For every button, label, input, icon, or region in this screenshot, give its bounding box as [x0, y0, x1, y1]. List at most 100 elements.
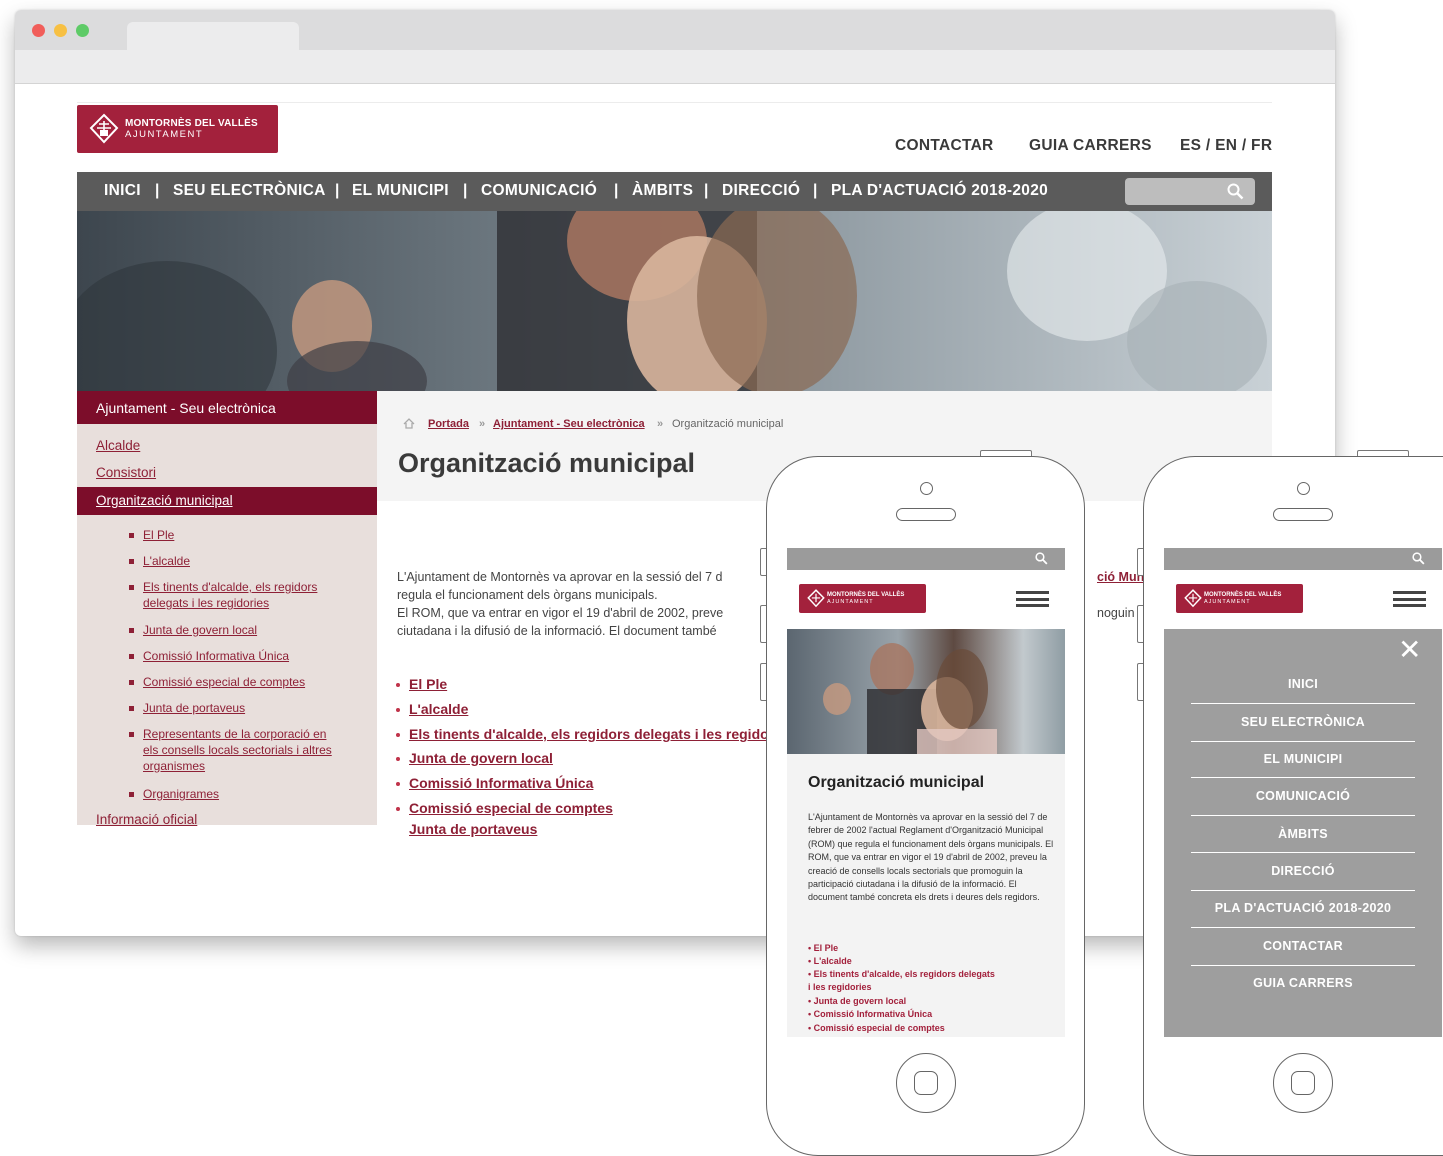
mobile-link-comissio-informativa[interactable]: • Comissió Informativa Única — [808, 1008, 932, 1021]
menu-item-el-municipi[interactable]: EL MUNICIPI — [1191, 752, 1415, 766]
sub-item-representants[interactable]: Representants de la corporació en — [143, 726, 326, 742]
mobile-page-title: Organització municipal — [808, 774, 985, 791]
nav-el-municipi[interactable]: EL MUNICIPI — [352, 182, 449, 200]
sidebar-item-informacio-oficial[interactable]: Informació oficial — [96, 812, 197, 827]
top-link-contactar[interactable]: CONTACTAR — [895, 137, 994, 155]
content-link-el-ple[interactable]: El Ple — [409, 676, 447, 692]
menu-divider — [1191, 890, 1415, 891]
mobile-link-comissio-comptes[interactable]: • Comissió especial de comptes — [808, 1022, 945, 1035]
menu-divider — [1191, 815, 1415, 816]
content-link-comissio-informativa[interactable]: Comissió Informativa Única — [409, 775, 593, 791]
nav-inici[interactable]: INICI — [104, 182, 141, 200]
top-link-guia-carrers[interactable]: GUIA CARRERS — [1029, 137, 1152, 155]
content-link-lalcalde[interactable]: L'alcalde — [409, 701, 468, 717]
sub-item-representants-cont2[interactable]: organismes — [143, 758, 205, 774]
sub-item-comissio-informativa[interactable]: Comissió Informativa Única — [143, 648, 289, 664]
sidebar-item-alcalde[interactable]: Alcalde — [96, 438, 140, 453]
link-bullet — [396, 807, 400, 811]
hero-image — [77, 211, 1272, 391]
mobile-search-bar[interactable] — [1164, 548, 1442, 570]
breadcrumb-portada[interactable]: Portada — [428, 418, 469, 430]
menu-item-inici[interactable]: INICI — [1191, 677, 1415, 691]
mobile-link-lalcalde[interactable]: • L'alcalde — [808, 955, 852, 968]
menu-item-pla-actuacio[interactable]: PLA D'ACTUACIÓ 2018-2020 — [1191, 901, 1415, 915]
search-icon[interactable] — [1412, 552, 1425, 565]
menu-divider — [1191, 927, 1415, 928]
sidebar-item-organitzacio[interactable]: Organització municipal — [96, 493, 233, 508]
content-link-junta-portaveus[interactable]: Junta de portaveus — [409, 821, 537, 837]
sub-item-junta-govern[interactable]: Junta de govern local — [143, 622, 257, 638]
nav-separator: | — [463, 182, 468, 199]
mobile-search-bar[interactable] — [787, 548, 1065, 570]
sub-item-tinents[interactable]: Els tinents d'alcalde, els regidors — [143, 579, 317, 595]
mobile-link-el-ple[interactable]: • El Ple — [808, 942, 838, 955]
menu-divider — [1191, 777, 1415, 778]
language-switcher[interactable]: ES / EN / FR — [1180, 137, 1272, 155]
hamburger-icon[interactable] — [1393, 591, 1426, 607]
main-nav: INICI | SEU ELECTRÒNICA | EL MUNICIPI | … — [77, 172, 1272, 211]
phone-speaker — [1273, 508, 1333, 521]
browser-tab[interactable] — [127, 22, 299, 50]
nav-comunicacio[interactable]: COMUNICACIÓ — [481, 182, 597, 200]
sub-item-organigrames[interactable]: Organigrames — [143, 786, 219, 802]
maximize-window-dot[interactable] — [76, 24, 89, 37]
address-bar[interactable] — [15, 50, 1335, 84]
menu-item-ambits[interactable]: ÀMBITS — [1191, 827, 1415, 841]
sub-item-junta-portaveus[interactable]: Junta de portaveus — [143, 700, 245, 716]
close-window-dot[interactable] — [32, 24, 45, 37]
site-logo[interactable]: MONTORNÈS DEL VALLÈS AJUNTAMENT — [77, 105, 278, 153]
search-icon[interactable] — [1227, 183, 1244, 200]
hamburger-icon[interactable] — [1016, 591, 1049, 607]
phone-screen: MONTORNÈS DEL VALLÈS AJUNTAMENT ✕ INICI … — [1164, 548, 1442, 1037]
body-line: ciutadana i la difusió de la informació.… — [397, 624, 717, 638]
close-icon[interactable]: ✕ — [1398, 636, 1421, 664]
search-input[interactable] — [1125, 178, 1255, 205]
municipal-crest-icon — [89, 113, 119, 144]
sidebar: Ajuntament - Seu electrònica Alcalde Con… — [77, 391, 377, 827]
menu-item-seu-electronica[interactable]: SEU ELECTRÒNICA — [1191, 715, 1415, 729]
mobile-hero-image — [787, 629, 1065, 754]
nav-separator: | — [335, 182, 340, 199]
header-divider — [77, 102, 1272, 103]
nav-direccio[interactable]: DIRECCIÓ — [722, 182, 800, 200]
mobile-link-tinents[interactable]: • Els tinents d'alcalde, els regidors de… — [808, 968, 995, 981]
sub-bullet — [129, 559, 134, 564]
nav-seu-electronica[interactable]: SEU ELECTRÒNICA — [173, 182, 326, 200]
body-line: regula el funcionament dels òrgans munic… — [397, 588, 658, 602]
sidebar-item-consistori[interactable]: Consistori — [96, 465, 156, 480]
mobile-menu-overlay: ✕ INICI SEU ELECTRÒNICA EL MUNICIPI COMU… — [1164, 629, 1442, 1037]
menu-item-guia-carrers[interactable]: GUIA CARRERS — [1191, 976, 1415, 990]
breadcrumb-seu[interactable]: Ajuntament - Seu electrònica — [493, 418, 645, 430]
sub-bullet — [129, 706, 134, 711]
minimize-window-dot[interactable] — [54, 24, 67, 37]
phone-screen: MONTORNÈS DEL VALLÈS AJUNTAMENT Organitz… — [787, 548, 1065, 1037]
sub-item-comissio-comptes[interactable]: Comissió especial de comptes — [143, 674, 305, 690]
nav-ambits[interactable]: ÀMBITS — [632, 182, 693, 200]
sidebar-active-row: Organització municipal — [77, 487, 377, 515]
phone-home-square — [914, 1071, 938, 1095]
mobile-link-junta-govern[interactable]: • Junta de govern local — [808, 995, 906, 1008]
nav-pla-actuacio[interactable]: PLA D'ACTUACIÓ 2018-2020 — [831, 182, 1048, 200]
mobile-logo[interactable]: MONTORNÈS DEL VALLÈS AJUNTAMENT — [1176, 584, 1303, 613]
content-link-tinents[interactable]: Els tinents d'alcalde, els regidors dele… — [409, 726, 778, 742]
sub-item-el-ple[interactable]: El Ple — [143, 527, 174, 543]
sub-item-lalcalde[interactable]: L'alcalde — [143, 553, 190, 569]
logo-line2: AJUNTAMENT — [1204, 599, 1251, 605]
menu-item-direccio[interactable]: DIRECCIÓ — [1191, 864, 1415, 878]
content-link-comissio-comptes[interactable]: Comissió especial de comptes — [409, 800, 613, 816]
content-link-junta-govern[interactable]: Junta de govern local — [409, 750, 553, 766]
logo-line1: MONTORNÈS DEL VALLÈS — [1204, 592, 1282, 598]
menu-item-contactar[interactable]: CONTACTAR — [1191, 939, 1415, 953]
sub-bullet — [129, 680, 134, 685]
breadcrumb-current: Organització municipal — [672, 418, 784, 430]
search-icon[interactable] — [1035, 552, 1048, 565]
mobile-link-tinents-cont[interactable]: i les regidories — [808, 981, 872, 994]
mobile-body-text: L'Ajuntament de Montornès va aprovar en … — [808, 812, 1054, 903]
menu-item-comunicacio[interactable]: COMUNICACIÓ — [1191, 789, 1415, 803]
mobile-logo[interactable]: MONTORNÈS DEL VALLÈS AJUNTAMENT — [799, 584, 926, 613]
page-title: Organització municipal — [398, 448, 696, 478]
link-bullet — [396, 782, 400, 786]
sub-bullet — [129, 628, 134, 633]
sub-item-tinents-cont[interactable]: delegats i les regidories — [143, 595, 269, 611]
sub-item-representants-cont[interactable]: els consells locals sectorials i altres — [143, 742, 332, 758]
